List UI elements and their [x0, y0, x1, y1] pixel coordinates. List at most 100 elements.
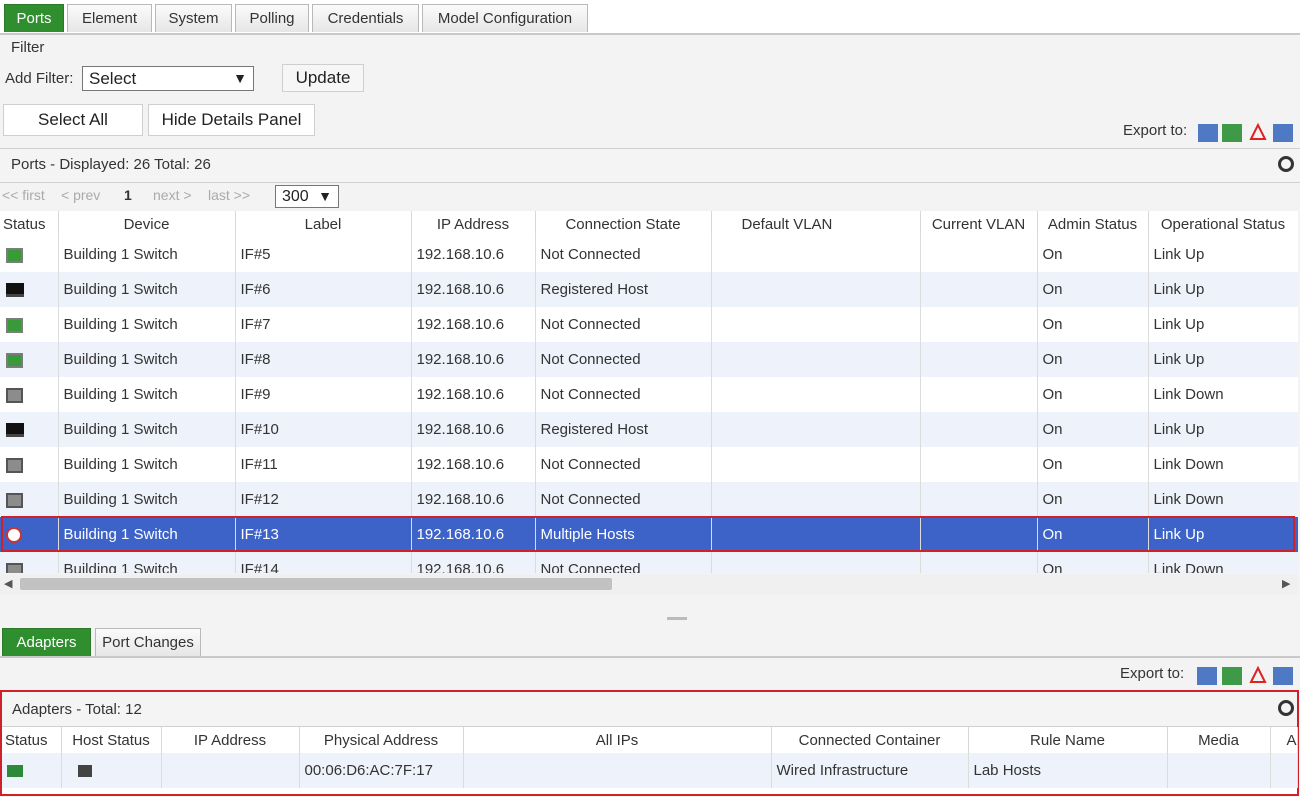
table-row[interactable]: Building 1 Switch IF#7 192.168.10.6 Not Con… [0, 307, 1298, 342]
col-extra[interactable]: A [1270, 727, 1298, 753]
tab-model-configuration[interactable]: Model Configuration [422, 4, 588, 32]
select-all-button[interactable]: Select All [3, 104, 143, 136]
tab-credentials[interactable]: Credentials [312, 4, 419, 32]
adapters-header: Adapters - Total: 12 [2, 692, 1297, 727]
connection-state-cell: Not Connected [535, 237, 712, 272]
add-filter-label: Add Filter: [5, 70, 74, 87]
admin-status-cell: On [1037, 552, 1149, 573]
table-row[interactable]: Building 1 Switch IF#10 192.168.10.6 Regist… [0, 412, 1298, 447]
admin-status-cell: On [1037, 237, 1149, 272]
page-size-select[interactable]: 300 ▼ [275, 185, 339, 208]
selected-row-highlight [1, 516, 1295, 552]
adapters-table-body: 00:06:D6:AC:7F:17 Wired Infrastructure Lab… [2, 753, 1298, 788]
table-row[interactable]: Building 1 Switch IF#8 192.168.10.6 Not Con… [0, 342, 1298, 377]
csv-export-icon[interactable] [1197, 667, 1217, 685]
admin-status-cell: On [1037, 377, 1149, 412]
ports-header: Ports - Displayed: 26 Total: 26 [0, 148, 1300, 183]
col-connection-state[interactable]: Connection State [535, 211, 712, 237]
col-current-vlan[interactable]: Current VLAN [920, 211, 1038, 237]
col-device[interactable]: Device [58, 211, 236, 237]
col-admin-status[interactable]: Admin Status [1037, 211, 1149, 237]
status-cell [0, 447, 59, 482]
pager-prev[interactable]: < prev [61, 187, 100, 203]
csv-export-icon[interactable] [1198, 124, 1218, 142]
status-cell [0, 272, 59, 307]
col-connected-container[interactable]: Connected Container [771, 727, 969, 753]
current-vlan-cell [920, 482, 1038, 517]
col-host-status[interactable]: Host Status [61, 727, 162, 753]
pager-current-page: 1 [124, 187, 132, 203]
connection-state-cell: Not Connected [535, 377, 712, 412]
status-cell [0, 342, 59, 377]
admin-status-cell: On [1037, 272, 1149, 307]
filter-select[interactable]: Select ▼ [82, 66, 254, 91]
pdf-export-icon[interactable] [1248, 665, 1268, 683]
device-cell: Building 1 Switch [58, 482, 236, 517]
col-status[interactable]: Status [2, 727, 62, 753]
col-ip-address[interactable]: IP Address [161, 727, 300, 753]
excel-export-icon[interactable] [1222, 667, 1242, 685]
current-vlan-cell [920, 377, 1038, 412]
tab-system[interactable]: System [155, 4, 232, 32]
operational-status-cell: Link Down [1148, 552, 1298, 573]
table-row[interactable]: Building 1 Switch IF#11 192.168.10.6 Not Co… [0, 447, 1298, 482]
status-cell [0, 307, 59, 342]
tab-polling[interactable]: Polling [235, 4, 309, 32]
table-row[interactable]: Building 1 Switch IF#6 192.168.10.6 Registe… [0, 272, 1298, 307]
tab-ports[interactable]: Ports [4, 4, 64, 32]
lower-tab-divider [0, 656, 1300, 658]
scroll-left-icon[interactable]: ◀ [4, 577, 12, 590]
col-rule-name[interactable]: Rule Name [968, 727, 1168, 753]
pager-next[interactable]: next > [153, 187, 192, 203]
ip-cell: 192.168.10.6 [411, 412, 536, 447]
scrollbar-thumb[interactable] [20, 578, 612, 590]
tab-port-changes[interactable]: Port Changes [95, 628, 201, 656]
label-cell: IF#5 [235, 237, 412, 272]
table-row[interactable]: 00:06:D6:AC:7F:17 Wired Infrastructure Lab… [2, 753, 1298, 788]
rtf-export-icon[interactable] [1273, 667, 1293, 685]
page-size-value: 300 [282, 188, 309, 205]
horizontal-scrollbar[interactable]: ◀ ▶ [0, 574, 1298, 594]
table-row[interactable]: Building 1 Switch IF#14 192.168.10.6 Not Co… [0, 552, 1298, 573]
export-label: Export to: [1123, 122, 1188, 139]
tab-adapters[interactable]: Adapters [2, 628, 91, 656]
col-default-vlan[interactable]: Default VLAN [711, 211, 921, 237]
grey-port-icon [6, 387, 23, 403]
col-operational-status[interactable]: Operational Status [1148, 211, 1298, 237]
host-status-cell [61, 753, 162, 788]
excel-export-icon[interactable] [1222, 124, 1242, 142]
col-label[interactable]: Label [235, 211, 412, 237]
physical-address-cell: 00:06:D6:AC:7F:17 [299, 753, 464, 788]
status-cell [0, 377, 59, 412]
col-media[interactable]: Media [1167, 727, 1271, 753]
refresh-icon[interactable] [1278, 156, 1294, 172]
rtf-export-icon[interactable] [1273, 124, 1293, 142]
table-row[interactable]: Building 1 Switch IF#9 192.168.10.6 Not Con… [0, 377, 1298, 412]
splitter-handle[interactable] [667, 617, 687, 620]
ip-cell: 192.168.10.6 [411, 447, 536, 482]
device-cell: Building 1 Switch [58, 342, 236, 377]
update-button[interactable]: Update [282, 64, 364, 92]
default-vlan-cell [711, 552, 921, 573]
label-cell: IF#8 [235, 342, 412, 377]
pdf-export-icon[interactable] [1248, 122, 1268, 140]
col-ip-address[interactable]: IP Address [411, 211, 536, 237]
connection-state-cell: Not Connected [535, 482, 712, 517]
pager-first[interactable]: << first [2, 187, 45, 203]
col-physical-address[interactable]: Physical Address [299, 727, 464, 753]
table-row[interactable]: Building 1 Switch IF#5 192.168.10.6 Not Con… [0, 237, 1298, 272]
col-all-ips[interactable]: All IPs [463, 727, 772, 753]
tab-element[interactable]: Element [67, 4, 152, 32]
hide-details-panel-button[interactable]: Hide Details Panel [148, 104, 315, 136]
label-cell: IF#7 [235, 307, 412, 342]
refresh-icon[interactable] [1278, 700, 1294, 716]
ip-cell: 192.168.10.6 [411, 552, 536, 573]
table-row[interactable]: Building 1 Switch IF#12 192.168.10.6 Not Co… [0, 482, 1298, 517]
pager-last[interactable]: last >> [208, 187, 250, 203]
col-status[interactable]: Status [0, 211, 59, 237]
label-cell: IF#14 [235, 552, 412, 573]
default-vlan-cell [711, 412, 921, 447]
scroll-right-icon[interactable]: ▶ [1282, 577, 1290, 590]
ports-summary: Ports - Displayed: 26 Total: 26 [11, 156, 211, 173]
current-vlan-cell [920, 552, 1038, 573]
